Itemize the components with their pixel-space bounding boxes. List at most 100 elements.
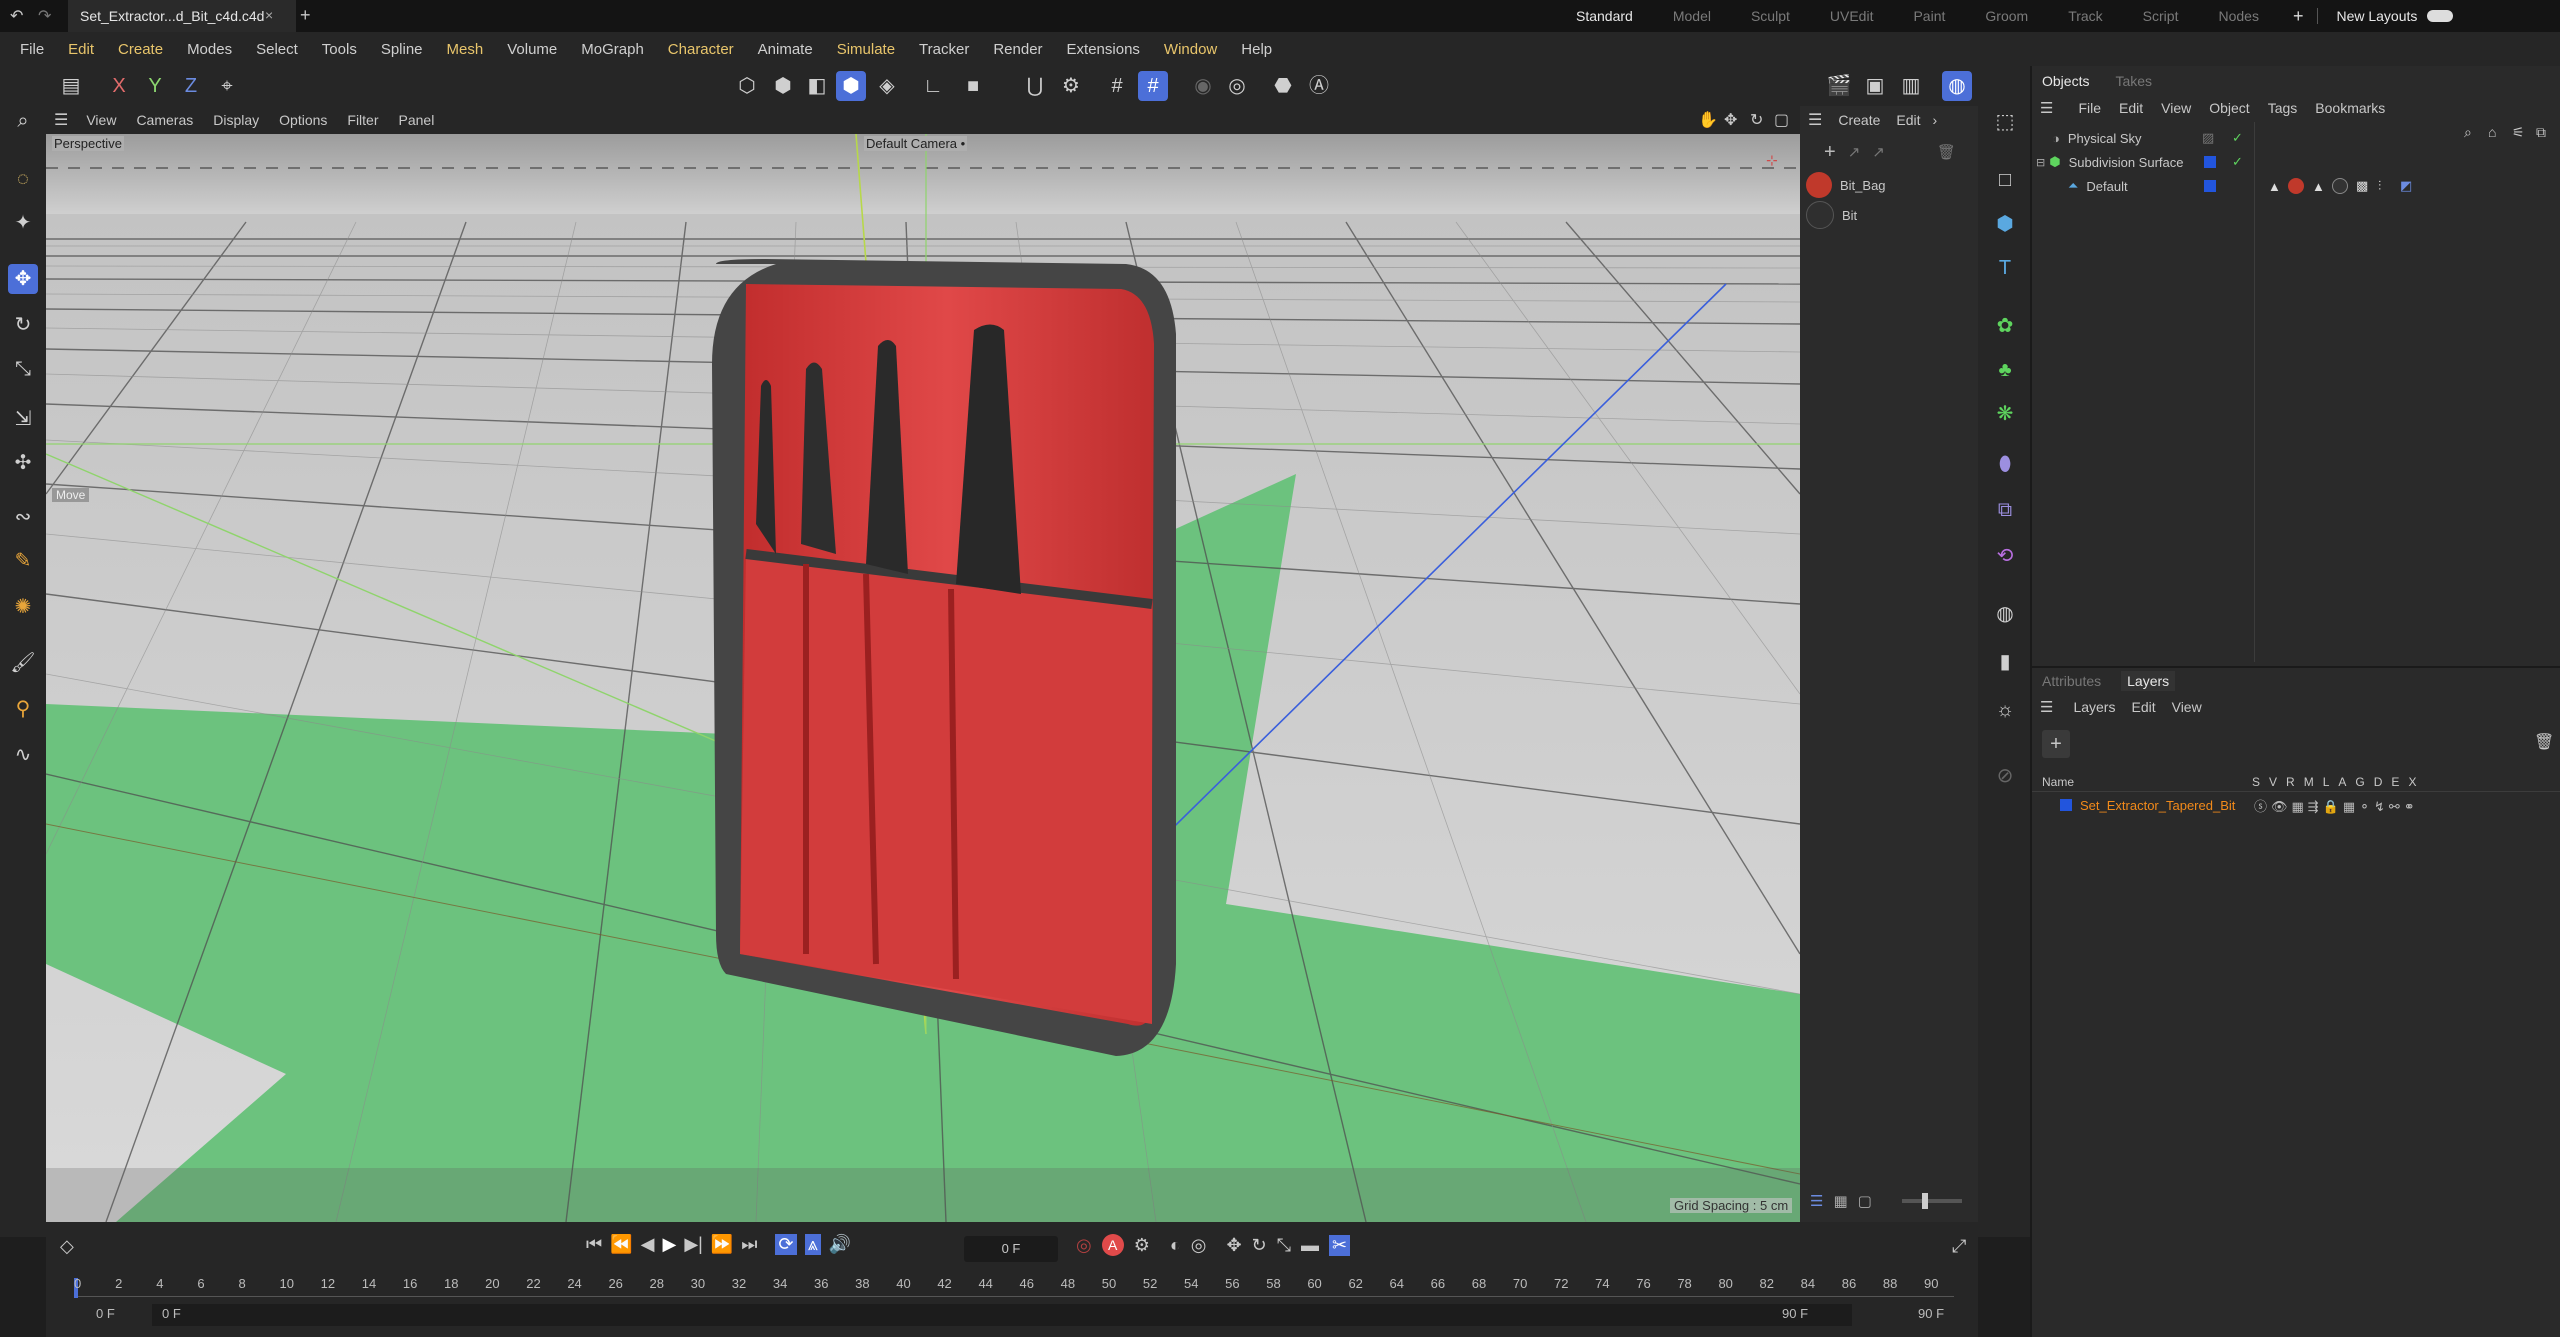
object-row-subdivision-surface[interactable]: ⊟ ⬢ Subdivision Surface ✓ xyxy=(2032,150,2560,174)
axis-z-button[interactable]: Z xyxy=(176,71,206,101)
deformer-icon[interactable]: ⬮ xyxy=(1989,448,2021,480)
sculpt-brush-icon[interactable]: ✺ xyxy=(8,592,38,622)
normal-tag-icon[interactable]: ◩ xyxy=(2400,178,2412,194)
camera-label[interactable]: Default Camera • xyxy=(864,136,968,151)
material-menu-icon[interactable]: ☰ xyxy=(1808,110,1822,130)
material-tag-dark[interactable] xyxy=(2332,178,2348,194)
rotate-tool-icon[interactable]: ↻ xyxy=(8,310,38,340)
object-menu-tags[interactable]: Tags xyxy=(2259,100,2307,116)
menu-modes[interactable]: Modes xyxy=(175,41,244,58)
f-curve-icon[interactable]: ⤢ xyxy=(1952,1236,1966,1257)
frame-ruler[interactable]: 0 2 4 6 8 10 12 14 16 18 20 22 24 26 28 30 32 34 36 38 40 42 4… xyxy=(74,1274,1954,1302)
object-menu-view[interactable]: View xyxy=(2152,100,2200,116)
playback-rate-icon[interactable]: ⩓ xyxy=(804,1234,821,1255)
keyframe-selection-icon[interactable]: ◐ xyxy=(1170,1235,1181,1256)
layout-tab-uvedit[interactable]: UVEdit xyxy=(1810,8,1894,24)
previous-key-icon[interactable]: ⏪ xyxy=(610,1234,632,1255)
layer-menu-layers[interactable]: Layers xyxy=(2065,699,2123,715)
menu-render[interactable]: Render xyxy=(981,41,1054,58)
selection-tool-icon[interactable]: ◌ xyxy=(8,164,38,194)
menu-simulate[interactable]: Simulate xyxy=(825,41,907,58)
key-scale-icon[interactable]: ⤡ xyxy=(1277,1235,1291,1256)
search-icon[interactable]: ⌕ xyxy=(8,106,38,136)
viewport-menu-icon[interactable]: ☰ xyxy=(46,110,76,130)
edges-mode-icon[interactable]: ⬢ xyxy=(768,71,798,101)
grid-view-icon[interactable]: ▦ xyxy=(1833,1192,1847,1210)
polygon-selection-tag-icon[interactable]: ▲ xyxy=(2312,179,2325,194)
layer-menu-edit[interactable]: Edit xyxy=(2123,699,2163,715)
workplane-icon[interactable]: # xyxy=(1102,71,1132,101)
uv-mode-icon[interactable]: ◈ xyxy=(872,71,902,101)
key-settings-icon[interactable]: ⚙ xyxy=(1134,1235,1150,1256)
icon-view-icon[interactable]: ▢ xyxy=(1858,1192,1872,1210)
menu-tracker[interactable]: Tracker xyxy=(907,41,981,58)
current-frame-field[interactable]: 0 F xyxy=(964,1236,1058,1262)
theme-toggle[interactable] xyxy=(2427,10,2454,22)
collapse-icon[interactable]: ⊟ xyxy=(2036,156,2045,169)
polygons-mode-icon[interactable]: ◧ xyxy=(802,71,832,101)
text-icon[interactable]: T xyxy=(1989,252,2021,284)
object-menu-edit[interactable]: Edit xyxy=(2110,100,2152,116)
layout-tab-script[interactable]: Script xyxy=(2123,8,2199,24)
cloner-icon[interactable]: ♣ xyxy=(1989,354,2021,386)
light-object-icon[interactable]: ☼ xyxy=(1989,694,2021,726)
document-tab[interactable]: Set_Extractor...d_Bit_c4d.c4d xyxy=(68,0,296,32)
next-key-icon[interactable]: ⏩ xyxy=(711,1234,733,1255)
motion-record-icon[interactable]: ◎ xyxy=(1191,1235,1207,1256)
material-item[interactable]: Bit_Bag xyxy=(1800,170,1978,200)
viewport-menu-cameras[interactable]: Cameras xyxy=(126,112,203,128)
layer-menu-view[interactable]: View xyxy=(2164,699,2210,715)
undo-icon[interactable]: ↶ xyxy=(10,6,23,26)
key-rotation-icon[interactable]: ↻ xyxy=(1252,1235,1267,1256)
grid-snap-icon[interactable]: # xyxy=(1138,71,1168,101)
material-menu-edit[interactable]: Edit xyxy=(1888,112,1928,128)
tab-takes[interactable]: Takes xyxy=(2115,73,2152,89)
menu-create[interactable]: Create xyxy=(106,41,175,58)
model-mode-icon[interactable]: ⬢ xyxy=(836,71,866,101)
uvw-tag-icon[interactable]: ▩ xyxy=(2356,178,2368,194)
cube-icon[interactable]: ⬢ xyxy=(1989,208,2021,240)
3d-viewport[interactable]: Perspective Default Camera • Move ⊹ Grid… xyxy=(46,134,1800,1222)
menu-window[interactable]: Window xyxy=(1152,41,1229,58)
spline-object-icon[interactable]: ⟲ xyxy=(1989,540,2021,572)
record-icon[interactable]: ◎ xyxy=(1076,1235,1092,1256)
object-menu-object[interactable]: Object xyxy=(2200,100,2258,116)
tab-objects[interactable]: Objects xyxy=(2042,73,2089,89)
object-menu-bookmarks[interactable]: Bookmarks xyxy=(2306,100,2394,116)
bit-bag-model[interactable] xyxy=(712,259,1176,1056)
null-object-icon[interactable]: □ xyxy=(1989,164,2021,196)
texture-mode-icon[interactable]: ■ xyxy=(958,71,988,101)
menu-mesh[interactable]: Mesh xyxy=(435,41,496,58)
loop-icon[interactable]: ⟳ xyxy=(775,1234,797,1255)
camera-object-icon[interactable]: ▮ xyxy=(1989,646,2021,678)
enabled-check-icon[interactable]: ✓ xyxy=(2232,130,2243,146)
menu-file[interactable]: File xyxy=(8,41,56,58)
move-view-icon[interactable]: ✥ xyxy=(1724,110,1737,130)
menu-extensions[interactable]: Extensions xyxy=(1055,41,1152,58)
object-row-default[interactable]: ⏶ Default ▲ ▲ ▩ ⫶ ◩ xyxy=(2032,174,2560,198)
layout-tab-track[interactable]: Track xyxy=(2048,8,2122,24)
edit-render-settings-icon[interactable]: ▥ xyxy=(1896,71,1926,101)
layout-tab-sculpt[interactable]: Sculpt xyxy=(1731,8,1810,24)
scale-tool-icon[interactable]: ⤡ xyxy=(8,354,38,384)
viewport-menu-view[interactable]: View xyxy=(76,112,126,128)
disabled-tool-icon[interactable]: ⊘ xyxy=(1989,760,2021,792)
menu-spline[interactable]: Spline xyxy=(369,41,435,58)
render-picture-viewer-icon[interactable]: ▣ xyxy=(1860,71,1890,101)
generator-icon[interactable]: ✿ xyxy=(1989,310,2021,342)
add-layer-button[interactable]: + xyxy=(2042,730,2070,758)
tab-attributes[interactable]: Attributes xyxy=(2042,673,2101,689)
key-position-icon[interactable]: ✥ xyxy=(1226,1235,1241,1256)
layer-color-swatch[interactable] xyxy=(2060,799,2072,811)
play-icon[interactable]: ▶ xyxy=(662,1234,676,1255)
layer-menu-icon[interactable]: ☰ xyxy=(2040,698,2053,716)
add-material-icon[interactable]: + xyxy=(1824,141,1836,164)
previous-frame-icon[interactable]: ◀ xyxy=(641,1234,655,1255)
add-tab-icon[interactable]: + xyxy=(300,5,311,26)
spline-paint-icon[interactable]: ✎ xyxy=(8,546,38,576)
viewport-menu-panel[interactable]: Panel xyxy=(389,112,445,128)
layout-tab-model[interactable]: Model xyxy=(1653,8,1731,24)
magnet-tool-icon[interactable]: ∿ xyxy=(8,740,38,770)
material-item[interactable]: Bit xyxy=(1800,200,1978,230)
paint-brush-icon[interactable]: 🖌 xyxy=(8,648,38,678)
